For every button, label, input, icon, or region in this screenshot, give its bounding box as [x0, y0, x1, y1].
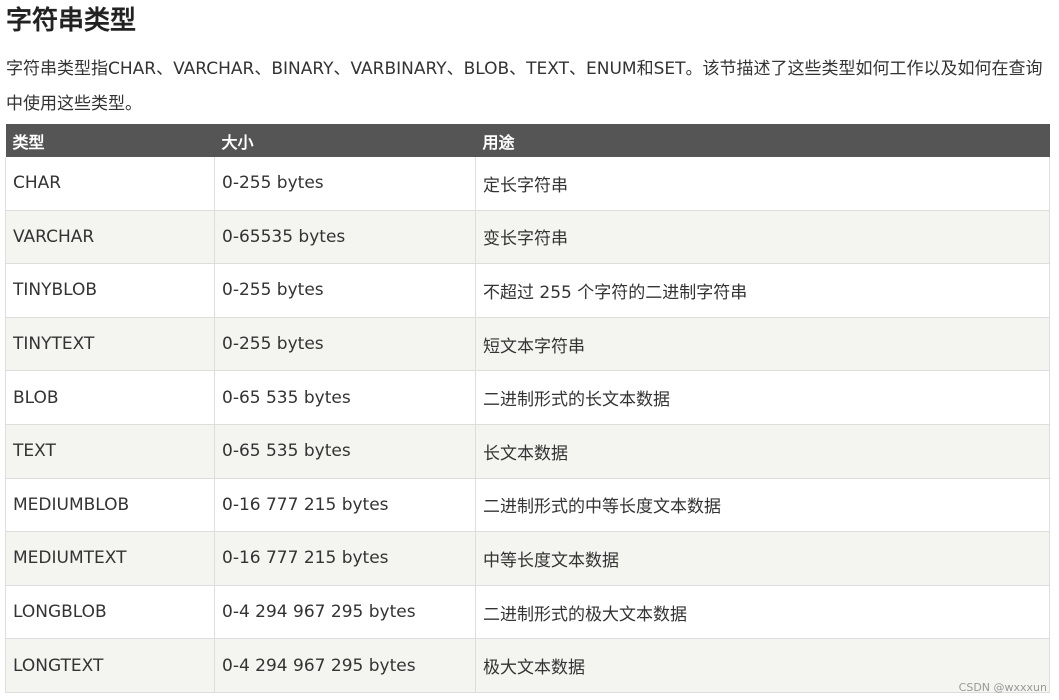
cell-type: VARCHAR	[5, 210, 215, 265]
cell-type: LONGTEXT	[5, 638, 215, 693]
intro-paragraph: 字符串类型指CHAR、VARCHAR、BINARY、VARBINARY、BLOB…	[6, 59, 1043, 114]
header-size: 大小	[214, 124, 476, 157]
table-row: MEDIUMBLOB 0-16 777 215 bytes 二进制形式的中等长度…	[5, 478, 1050, 533]
cell-usage: 二进制形式的中等长度文本数据	[475, 478, 1050, 533]
table-row: VARCHAR 0-65535 bytes 变长字符串	[5, 210, 1050, 265]
cell-size: 0-16 777 215 bytes	[214, 478, 476, 533]
cell-type: TINYTEXT	[5, 317, 215, 372]
table-row: TEXT 0-65 535 bytes 长文本数据	[5, 424, 1050, 479]
cell-size: 0-65535 bytes	[214, 210, 476, 265]
string-types-table: 类型 大小 用途 CHAR 0-255 bytes 定长字符串 VARCHAR …	[5, 124, 1050, 693]
table-header: 类型 大小 用途	[5, 124, 1050, 157]
cell-size: 0-65 535 bytes	[214, 370, 476, 425]
cell-type: LONGBLOB	[5, 585, 215, 640]
table-row: CHAR 0-255 bytes 定长字符串	[5, 157, 1050, 211]
header-usage: 用途	[475, 124, 1050, 157]
table-header-row: 类型 大小 用途	[5, 124, 1050, 157]
watermark: CSDN @wxxxun	[958, 681, 1047, 694]
cell-usage: 短文本字符串	[475, 317, 1050, 372]
cell-usage: 定长字符串	[475, 157, 1050, 211]
cell-type: MEDIUMTEXT	[5, 531, 215, 586]
cell-usage: 变长字符串	[475, 210, 1050, 265]
cell-size: 0-255 bytes	[214, 157, 476, 211]
cell-size: 0-65 535 bytes	[214, 424, 476, 479]
cell-type: TEXT	[5, 424, 215, 479]
cell-size: 0-4 294 967 295 bytes	[214, 638, 476, 693]
cell-size: 0-255 bytes	[214, 263, 476, 318]
table-row: MEDIUMTEXT 0-16 777 215 bytes 中等长度文本数据	[5, 531, 1050, 586]
table-row: TINYBLOB 0-255 bytes 不超过 255 个字符的二进制字符串	[5, 263, 1050, 318]
table-row: TINYTEXT 0-255 bytes 短文本字符串	[5, 317, 1050, 372]
cell-type: MEDIUMBLOB	[5, 478, 215, 533]
cell-size: 0-255 bytes	[214, 317, 476, 372]
cell-size: 0-16 777 215 bytes	[214, 531, 476, 586]
table-row: BLOB 0-65 535 bytes 二进制形式的长文本数据	[5, 370, 1050, 425]
cell-type: TINYBLOB	[5, 263, 215, 318]
cell-usage: 二进制形式的长文本数据	[475, 370, 1050, 425]
table-body: CHAR 0-255 bytes 定长字符串 VARCHAR 0-65535 b…	[5, 157, 1050, 693]
cell-usage: 中等长度文本数据	[475, 531, 1050, 586]
cell-type: CHAR	[5, 157, 215, 211]
table-row: LONGBLOB 0-4 294 967 295 bytes 二进制形式的极大文…	[5, 585, 1050, 640]
cell-usage: 二进制形式的极大文本数据	[475, 585, 1050, 640]
cell-size: 0-4 294 967 295 bytes	[214, 585, 476, 640]
page-title: 字符串类型	[6, 6, 137, 36]
cell-usage: 不超过 255 个字符的二进制字符串	[475, 263, 1050, 318]
table-row: LONGTEXT 0-4 294 967 295 bytes 极大文本数据	[5, 638, 1050, 693]
cell-usage: 长文本数据	[475, 424, 1050, 479]
header-type: 类型	[5, 124, 215, 157]
cell-type: BLOB	[5, 370, 215, 425]
